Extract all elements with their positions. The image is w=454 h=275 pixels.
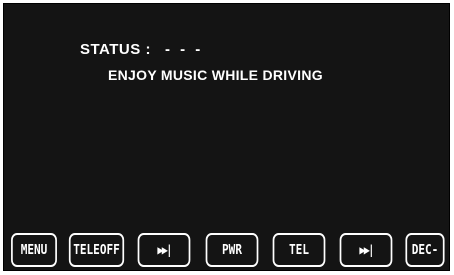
skip-forward-button-1[interactable]: ▶▶|: [137, 233, 191, 267]
softkey-bar: MENU TELEOFF ▶▶| PWR TEL ▶▶| DEC-: [7, 233, 448, 267]
display-screen: STATUS :- - - ENJOY MUSIC WHILE DRIVING …: [3, 3, 450, 271]
tel-button-label: TEL: [289, 242, 309, 258]
teleoff-button-label: TELEOFF: [73, 242, 120, 258]
power-button[interactable]: PWR: [205, 233, 259, 267]
status-value: - - -: [164, 41, 204, 58]
skip-forward-icon: ▶▶|: [157, 243, 172, 257]
teleoff-button[interactable]: TELEOFF: [68, 233, 125, 267]
skip-forward-icon: ▶▶|: [359, 243, 374, 257]
skip-forward-button-2[interactable]: ▶▶|: [339, 233, 393, 267]
dec-button[interactable]: DEC-: [405, 233, 445, 267]
dec-button-label: DEC-: [411, 242, 439, 258]
status-line: STATUS : - - -: [80, 41, 203, 58]
status-label: STATUS :: [80, 41, 151, 58]
power-button-label: PWR: [222, 242, 242, 258]
tel-button[interactable]: TEL: [272, 233, 326, 267]
message-text: ENJOY MUSIC WHILE DRIVING: [108, 67, 323, 83]
menu-button[interactable]: MENU: [11, 233, 57, 267]
menu-button-label: MENU: [20, 242, 48, 258]
